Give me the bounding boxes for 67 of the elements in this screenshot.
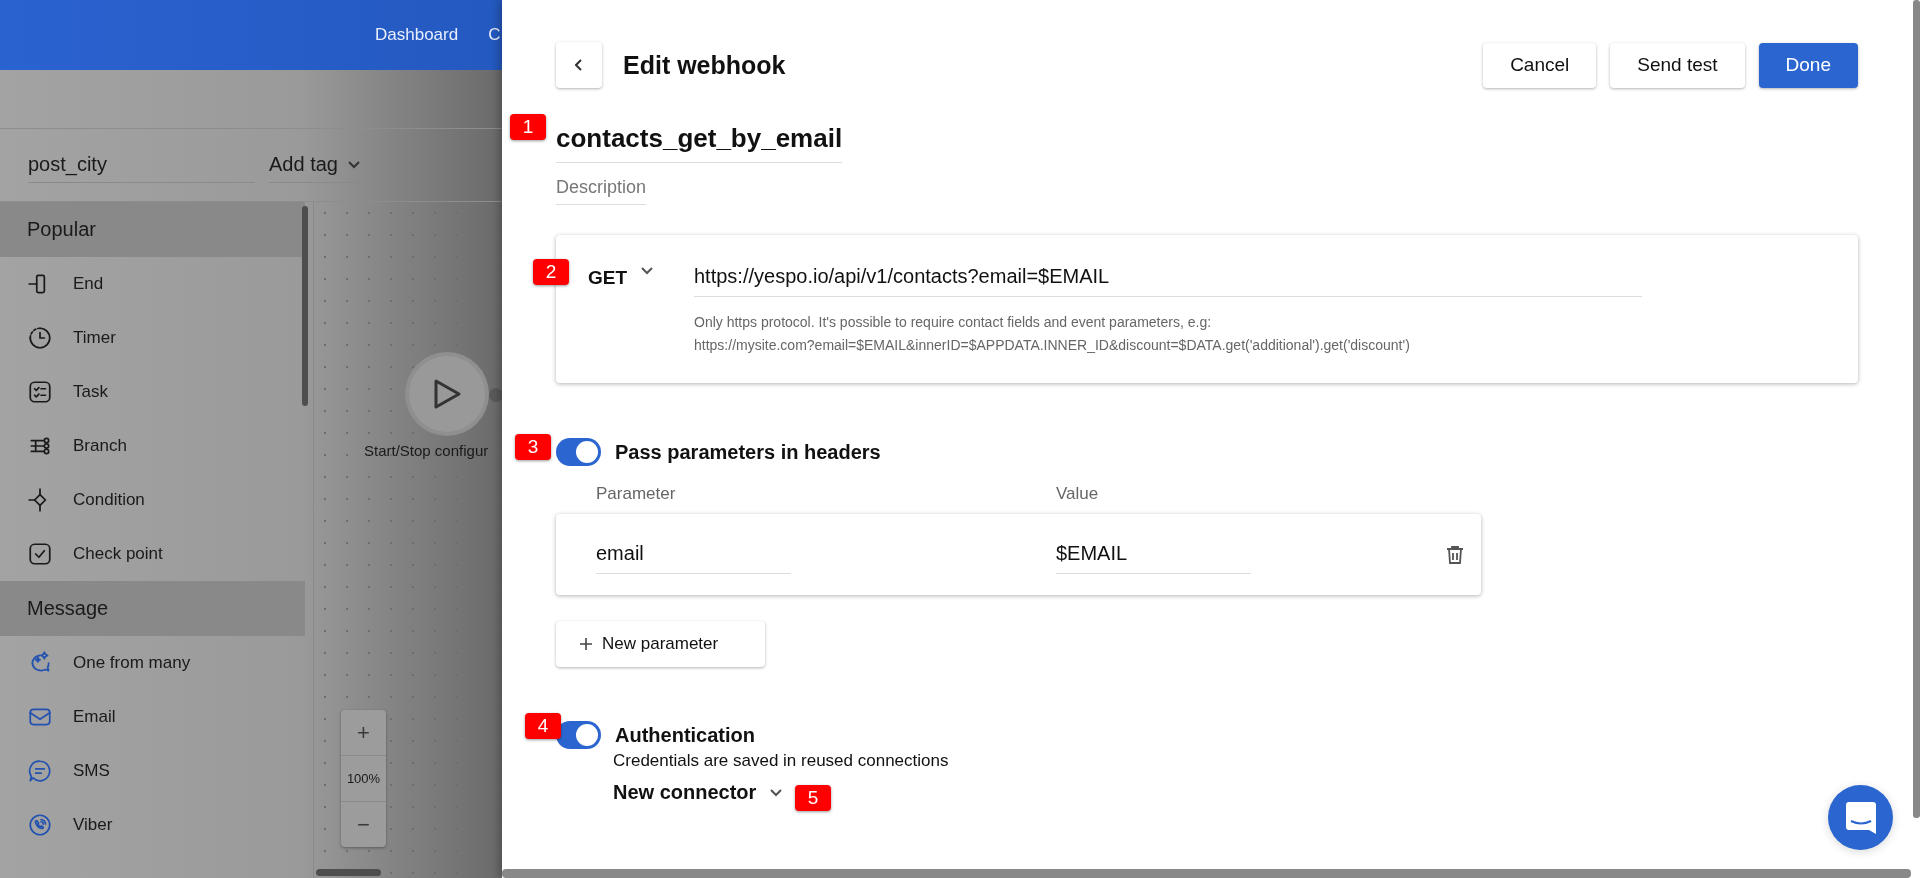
description-field[interactable]: Description — [556, 177, 647, 205]
zoom-out-button[interactable]: − — [341, 802, 386, 847]
start-node[interactable] — [409, 356, 485, 432]
webhook-name-field[interactable]: contacts_get_by_email — [556, 123, 843, 163]
checklist-icon — [27, 379, 53, 405]
toggle-label: Pass parameters in headers — [615, 440, 881, 464]
toggle-switch[interactable] — [556, 438, 601, 466]
tag-dropdown[interactable]: Add tag — [269, 147, 360, 183]
palette-item[interactable]: Task — [0, 365, 305, 419]
palette-item[interactable]: Check point — [0, 527, 305, 581]
done-button[interactable]: Done — [1758, 42, 1858, 88]
hint-text: https://mysite.com?email=$EMAIL&innerID=$APPDATA.INNER_ID&discount=$DATA.get('additional').get('discount') — [694, 336, 1410, 355]
palette-item[interactable]: One from many — [0, 636, 305, 690]
nav-link[interactable]: C — [488, 25, 501, 45]
connector-dropdown[interactable]: New connector — [613, 781, 783, 804]
palette-item[interactable]: Viber — [0, 798, 305, 852]
chevron-down-icon — [770, 788, 783, 797]
clock-icon — [27, 325, 53, 351]
step-marker: 1 — [510, 114, 546, 140]
palette-item[interactable]: Timer — [0, 311, 305, 365]
trash-icon[interactable] — [1446, 544, 1464, 565]
palette-item[interactable]: Branch — [0, 419, 305, 473]
check-icon — [27, 541, 53, 567]
palette-item[interactable]: End — [0, 257, 305, 311]
zoom-level: 100% — [341, 755, 386, 802]
action-button[interactable]: Cancel — [1483, 42, 1597, 88]
palette-item[interactable]: Condition — [0, 473, 305, 527]
value-field[interactable]: $EMAIL — [1056, 535, 1251, 574]
hint-text: Only https protocol. It's possible to require contact fields and event parameters, e.g: — [694, 313, 1212, 332]
play-icon — [432, 378, 462, 410]
scrollbar[interactable] — [302, 206, 308, 406]
step-marker: 2 — [533, 259, 569, 285]
nav-link[interactable]: Dashboard — [375, 25, 459, 45]
section-header: Popular — [0, 202, 305, 257]
method-dropdown[interactable]: GET — [582, 265, 694, 289]
column-header: Value — [1056, 484, 1099, 504]
chat-bubble-icon — [1845, 801, 1876, 834]
scrollbar[interactable] — [1913, 0, 1920, 818]
drawer-title: Edit webhook — [623, 50, 787, 80]
name-field[interactable]: post_city — [28, 147, 255, 183]
palette-item[interactable]: SMS — [0, 744, 305, 798]
chevron-down-icon — [641, 267, 654, 275]
toggle-label: Authentication — [615, 723, 755, 747]
url-field[interactable]: https://yespo.io/api/v1/contacts?email=$EMAIL — [694, 265, 1642, 297]
chevron-down-icon — [347, 160, 360, 169]
column-header: Parameter — [596, 484, 677, 504]
chat-icon — [27, 758, 53, 784]
parameter-field[interactable]: email — [596, 535, 791, 574]
zoom-in-button[interactable]: + — [341, 710, 386, 755]
action-button[interactable]: Send test — [1610, 42, 1745, 88]
plus-icon — [580, 638, 592, 650]
step-marker: 3 — [515, 434, 551, 460]
phone-icon — [27, 812, 53, 838]
new-parameter-button[interactable]: New parameter — [556, 621, 765, 667]
scrollbar[interactable] — [502, 869, 1911, 878]
toggle-switch[interactable] — [556, 721, 601, 749]
scrollbar[interactable] — [316, 869, 381, 876]
auth-note: Credentials are saved in reused connections — [613, 751, 950, 771]
step-marker: 4 — [525, 713, 561, 739]
section-header: Message — [0, 581, 305, 636]
back-button[interactable] — [556, 42, 602, 88]
node-label: Start/Stop configur — [364, 442, 489, 459]
palette-item[interactable]: Email — [0, 690, 305, 744]
chat-button[interactable] — [1828, 785, 1893, 850]
step-marker: 5 — [795, 785, 831, 811]
chevron-left-icon — [575, 59, 583, 71]
node-port[interactable] — [489, 388, 502, 402]
